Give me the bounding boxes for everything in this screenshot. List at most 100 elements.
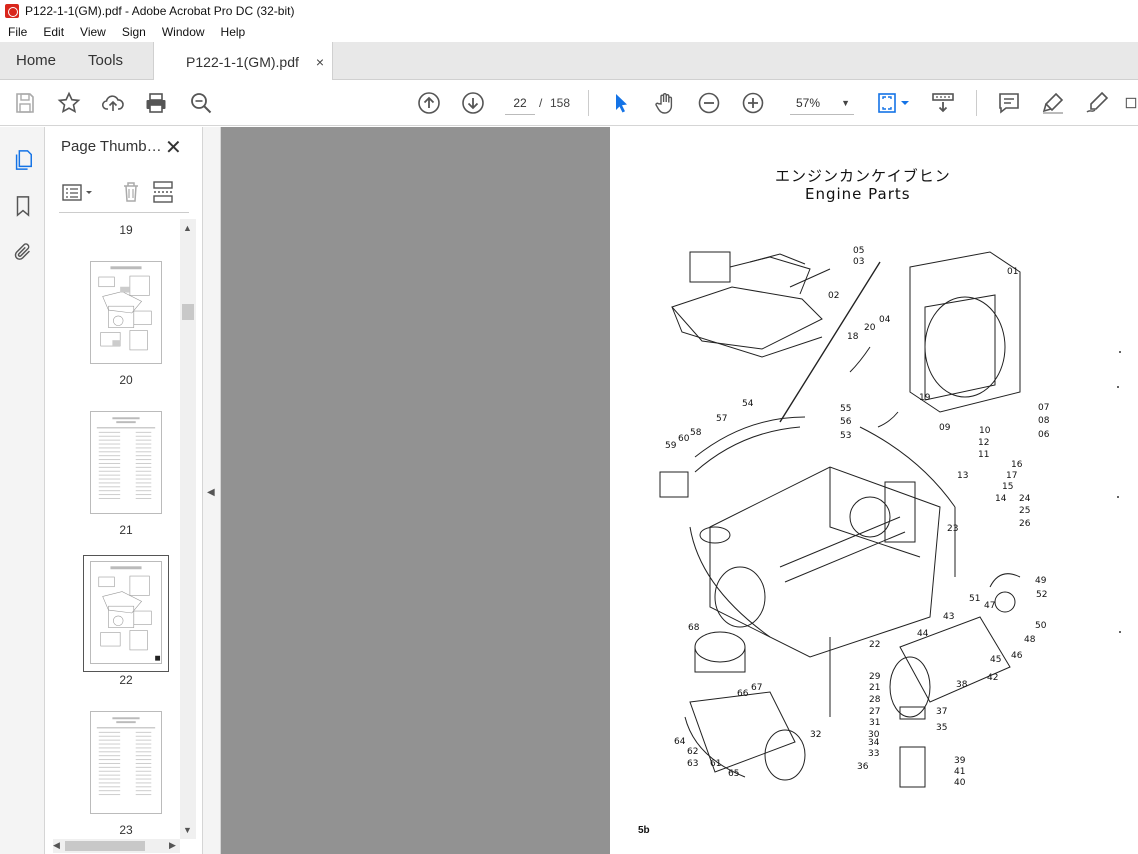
zoom-in-icon[interactable]	[740, 90, 766, 116]
attachments-icon[interactable]	[10, 239, 36, 265]
menu-view[interactable]: View	[72, 25, 114, 39]
part-label: 68	[688, 623, 700, 633]
print-icon[interactable]	[143, 90, 169, 116]
menu-window[interactable]: Window	[154, 25, 213, 39]
scroll-up-icon[interactable]: ▲	[183, 223, 192, 233]
page-thumbnails-icon[interactable]	[10, 147, 36, 173]
thumbnail-preview	[96, 417, 156, 499]
scroll-thumb[interactable]	[182, 304, 194, 320]
navigation-rail	[0, 127, 45, 854]
part-label: 56	[840, 417, 852, 427]
sign-pen-icon[interactable]	[1084, 90, 1110, 116]
insert-page-icon[interactable]	[151, 180, 175, 204]
previous-page-icon[interactable]	[416, 90, 442, 116]
part-label: 64	[674, 737, 686, 747]
panel-collapse-strip[interactable]: ◀	[203, 127, 221, 854]
collapse-panel-icon[interactable]: ◀	[207, 487, 215, 498]
close-panel-icon[interactable]: ✕	[165, 135, 182, 160]
part-label: 66	[737, 689, 749, 699]
page-footer-number: 5b	[638, 825, 650, 836]
part-label: 41	[954, 767, 966, 777]
bookmarks-icon[interactable]	[10, 193, 36, 219]
upload-cloud-icon[interactable]	[100, 90, 126, 116]
scroll-right-icon[interactable]: ▶	[169, 840, 176, 851]
page-thumbnails-panel: Page Thumb… ✕ 19 20 21 22 23 ▲ ▼ ◀ ▶	[45, 127, 203, 854]
toolbar-divider	[588, 90, 589, 116]
part-label: 39	[954, 756, 966, 766]
hand-tool-icon[interactable]	[652, 90, 678, 116]
part-label: 20	[864, 323, 876, 333]
next-page-icon[interactable]	[460, 90, 486, 116]
part-label: 06	[1038, 430, 1050, 440]
thumbnail-toolbar	[59, 179, 189, 213]
part-label: 47	[984, 601, 996, 611]
thumbnail-vertical-scrollbar[interactable]: ▲ ▼	[180, 219, 196, 839]
zoom-level-dropdown[interactable]: 57% ▼	[790, 91, 854, 115]
menu-sign[interactable]: Sign	[114, 25, 154, 39]
highlight-pen-icon[interactable]	[1040, 90, 1066, 116]
part-label: 26	[1019, 519, 1031, 529]
thumbnail-list: 19 20 21 22 23	[45, 219, 180, 839]
part-label: 04	[879, 315, 891, 325]
bookmark-star-icon[interactable]	[56, 90, 82, 116]
scroll-left-icon[interactable]: ◀	[53, 840, 60, 851]
menu-file[interactable]: File	[0, 25, 35, 39]
part-label: 61	[710, 759, 722, 769]
fit-page-icon[interactable]	[876, 90, 912, 116]
part-label: 02	[828, 291, 840, 301]
part-label: 63	[687, 759, 699, 769]
menu-edit[interactable]: Edit	[35, 25, 72, 39]
part-label: 09	[939, 423, 951, 433]
part-label: 13	[957, 471, 969, 481]
part-label: 27	[869, 707, 881, 717]
thumbnail-preview	[96, 717, 156, 796]
page-thumbnail-20[interactable]	[90, 261, 162, 364]
page-thumbnail-23[interactable]	[90, 711, 162, 814]
part-label: 65	[728, 769, 740, 779]
window-titlebar: P122-1-1(GM).pdf - Adobe Acrobat Pro DC …	[0, 0, 1138, 22]
part-label: 43	[943, 612, 955, 622]
scroll-thumb[interactable]	[65, 841, 145, 851]
menu-help[interactable]: Help	[213, 25, 254, 39]
part-label: 45	[990, 655, 1002, 665]
part-label: 35	[936, 723, 948, 733]
tab-bar: Home Tools P122-1-1(GM).pdf ×	[0, 42, 1138, 81]
part-label: 03	[853, 257, 865, 267]
part-label: 50	[1035, 621, 1047, 631]
scroll-down-icon[interactable]: ▼	[183, 825, 192, 835]
delete-page-icon[interactable]	[119, 180, 143, 204]
part-label: 28	[869, 695, 881, 705]
part-label: 17	[1006, 471, 1018, 481]
comment-icon[interactable]	[996, 90, 1022, 116]
part-label: 37	[936, 707, 948, 717]
part-label: 53	[840, 431, 852, 441]
part-label: 32	[810, 730, 822, 740]
save-icon[interactable]	[12, 90, 38, 116]
tab-home[interactable]: Home	[0, 42, 72, 79]
part-label: 57	[716, 414, 728, 424]
search-zoom-icon[interactable]	[188, 90, 214, 116]
zoom-out-icon[interactable]	[696, 90, 722, 116]
tab-tools[interactable]: Tools	[72, 42, 139, 79]
thumbnail-horizontal-scrollbar[interactable]: ◀ ▶	[53, 839, 180, 853]
thumbnail-preview	[98, 266, 152, 351]
part-label: 07	[1038, 403, 1050, 413]
scroll-mode-icon[interactable]	[930, 90, 956, 116]
menu-bar: File Edit View Sign Window Help	[0, 22, 1138, 42]
part-label: 51	[969, 594, 981, 604]
part-label: 22	[869, 640, 881, 650]
current-page-input[interactable]	[505, 91, 535, 115]
thumbnail-options-icon[interactable]	[61, 181, 95, 205]
pdf-page: エンジンカンケイブヒン Engine Parts 01 02 03 04 05 …	[610, 127, 1138, 854]
page-thumbnail-22[interactable]	[90, 561, 162, 664]
thumbnail-label: 21	[119, 523, 133, 537]
tab-document[interactable]: P122-1-1(GM).pdf ×	[153, 42, 334, 81]
select-cursor-icon[interactable]	[608, 90, 634, 116]
part-label: 21	[869, 683, 881, 693]
page-thumbnail-21[interactable]	[90, 411, 162, 514]
close-tab-icon[interactable]: ×	[316, 54, 324, 70]
part-label: 42	[987, 673, 999, 683]
document-viewer[interactable]: エンジンカンケイブヒン Engine Parts 01 02 03 04 05 …	[221, 127, 1138, 854]
part-label: 16	[1011, 460, 1023, 470]
more-tools-icon[interactable]	[1124, 90, 1138, 116]
